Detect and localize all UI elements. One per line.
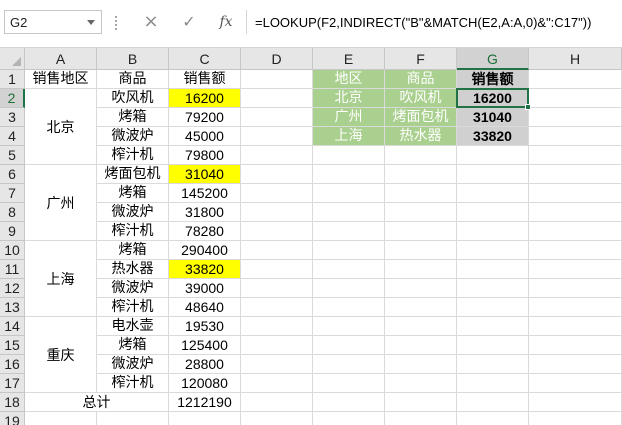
sales-cell[interactable]: 31800 (169, 203, 240, 221)
row-header-7[interactable]: 7 (0, 184, 25, 203)
sales-cell[interactable]: 19530 (169, 317, 240, 335)
row-header-12[interactable]: 12 (0, 279, 25, 298)
sales-cell[interactable]: 145200 (169, 184, 240, 202)
row-header-5[interactable]: 5 (0, 146, 25, 165)
spreadsheet-grid[interactable]: A B C D E F G H 1 2 3 4 5 6 7 8 9 10 11 12 13 14 15 16 17 18 19 销售地… (0, 48, 622, 425)
sales-cell[interactable]: 31040 (169, 165, 240, 183)
row-header-2[interactable]: 2 (0, 89, 25, 108)
lookup-result-cell[interactable]: 31040 (457, 108, 528, 126)
header-product[interactable]: 商品 (97, 70, 168, 88)
row-header-16[interactable]: 16 (0, 355, 25, 374)
lookup-region-cell[interactable]: 广州 (313, 108, 384, 126)
product-cell[interactable]: 榨汁机 (97, 146, 168, 164)
drag-handle-icon[interactable] (115, 16, 119, 30)
product-cell[interactable]: 榨汁机 (97, 374, 168, 392)
column-header-b[interactable]: B (97, 48, 169, 70)
sales-cell[interactable]: 79200 (169, 108, 240, 126)
sales-cell[interactable]: 78280 (169, 222, 240, 240)
gridline-vertical (528, 70, 529, 425)
product-cell[interactable]: 微波炉 (97, 127, 168, 145)
product-cell[interactable]: 烤箱 (97, 336, 168, 354)
row-header-4[interactable]: 4 (0, 127, 25, 146)
total-value[interactable]: 1212190 (169, 393, 240, 411)
gridline-vertical (240, 70, 241, 425)
chevron-down-icon[interactable] (87, 20, 95, 25)
sales-cell[interactable]: 48640 (169, 298, 240, 316)
region-cell[interactable]: 北京 (25, 89, 96, 164)
sales-cell[interactable]: 28800 (169, 355, 240, 373)
header-sales[interactable]: 销售额 (169, 70, 240, 88)
column-header-e[interactable]: E (313, 48, 385, 70)
column-header-d[interactable]: D (241, 48, 313, 70)
product-cell[interactable]: 热水器 (97, 260, 168, 278)
product-cell[interactable]: 微波炉 (97, 355, 168, 373)
row-header-15[interactable]: 15 (0, 336, 25, 355)
region-cell[interactable]: 广州 (25, 165, 96, 240)
row-header-13[interactable]: 13 (0, 298, 25, 317)
sales-cell[interactable]: 79800 (169, 146, 240, 164)
row-header-18[interactable]: 18 (0, 393, 25, 412)
row-header-6[interactable]: 6 (0, 165, 25, 184)
sales-cell[interactable]: 125400 (169, 336, 240, 354)
lookup-region-cell[interactable]: 上海 (313, 127, 384, 145)
product-cell[interactable]: 烤面包机 (97, 165, 168, 183)
enter-check-icon[interactable]: ✓ (176, 10, 202, 34)
sales-cell[interactable]: 39000 (169, 279, 240, 297)
lookup-product-cell[interactable]: 烤面包机 (385, 108, 456, 126)
sales-cell[interactable]: 16200 (169, 89, 240, 107)
row-header-1[interactable]: 1 (0, 70, 25, 89)
gridline-horizontal (25, 411, 622, 412)
lookup-product-cell[interactable]: 热水器 (385, 127, 456, 145)
select-all-icon (12, 57, 21, 66)
sales-cell[interactable]: 45000 (169, 127, 240, 145)
product-cell[interactable]: 微波炉 (97, 279, 168, 297)
row-header-8[interactable]: 8 (0, 203, 25, 222)
select-all-button[interactable] (0, 48, 25, 70)
product-cell[interactable]: 烤箱 (97, 241, 168, 259)
lookup-header-sales[interactable]: 销售额 (457, 70, 528, 88)
product-cell[interactable]: 烤箱 (97, 184, 168, 202)
header-region[interactable]: 销售地区 (25, 70, 96, 88)
product-cell[interactable]: 微波炉 (97, 203, 168, 221)
product-cell[interactable]: 电水壶 (97, 317, 168, 335)
row-header-14[interactable]: 14 (0, 317, 25, 336)
row-header-9[interactable]: 9 (0, 222, 25, 241)
column-header-c[interactable]: C (169, 48, 241, 70)
lookup-result-cell[interactable]: 33820 (457, 127, 528, 145)
lookup-product-cell[interactable]: 吹风机 (385, 89, 456, 107)
formula-input[interactable]: =LOOKUP(F2,INDIRECT("B"&MATCH(E2,A:A,0)&… (246, 10, 618, 34)
region-cell[interactable]: 重庆 (25, 317, 96, 392)
sales-cell[interactable]: 120080 (169, 374, 240, 392)
formula-text: =LOOKUP(F2,INDIRECT("B"&MATCH(E2,A:A,0)&… (255, 15, 592, 30)
total-label[interactable]: 总计 (25, 393, 168, 411)
sales-cell[interactable]: 33820 (169, 260, 240, 278)
fill-handle[interactable] (525, 104, 531, 110)
region-cell[interactable]: 上海 (25, 241, 96, 316)
function-icon[interactable]: fx (213, 10, 239, 34)
column-header-h[interactable]: H (529, 48, 622, 70)
sales-cell[interactable]: 290400 (169, 241, 240, 259)
column-header-a[interactable]: A (25, 48, 97, 70)
lookup-region-cell[interactable]: 北京 (313, 89, 384, 107)
name-box[interactable]: G2 (4, 10, 102, 34)
row-header-19[interactable]: 19 (0, 412, 25, 425)
row-header-11[interactable]: 11 (0, 260, 25, 279)
product-cell[interactable]: 榨汁机 (97, 298, 168, 316)
active-cell-border (456, 88, 529, 108)
product-cell[interactable]: 吹风机 (97, 89, 168, 107)
formula-bar: G2 × ✓ fx =LOOKUP(F2,INDIRECT("B"&MATCH(… (0, 0, 622, 48)
product-cell[interactable]: 榨汁机 (97, 222, 168, 240)
column-header-g[interactable]: G (457, 48, 529, 70)
product-cell[interactable]: 烤箱 (97, 108, 168, 126)
row-header-10[interactable]: 10 (0, 241, 25, 260)
column-header-f[interactable]: F (385, 48, 457, 70)
lookup-header-region[interactable]: 地区 (313, 70, 384, 88)
name-box-value: G2 (10, 15, 28, 30)
row-header-17[interactable]: 17 (0, 374, 25, 393)
row-header-3[interactable]: 3 (0, 108, 25, 127)
cancel-icon[interactable]: × (138, 10, 164, 34)
lookup-header-product[interactable]: 商品 (385, 70, 456, 88)
